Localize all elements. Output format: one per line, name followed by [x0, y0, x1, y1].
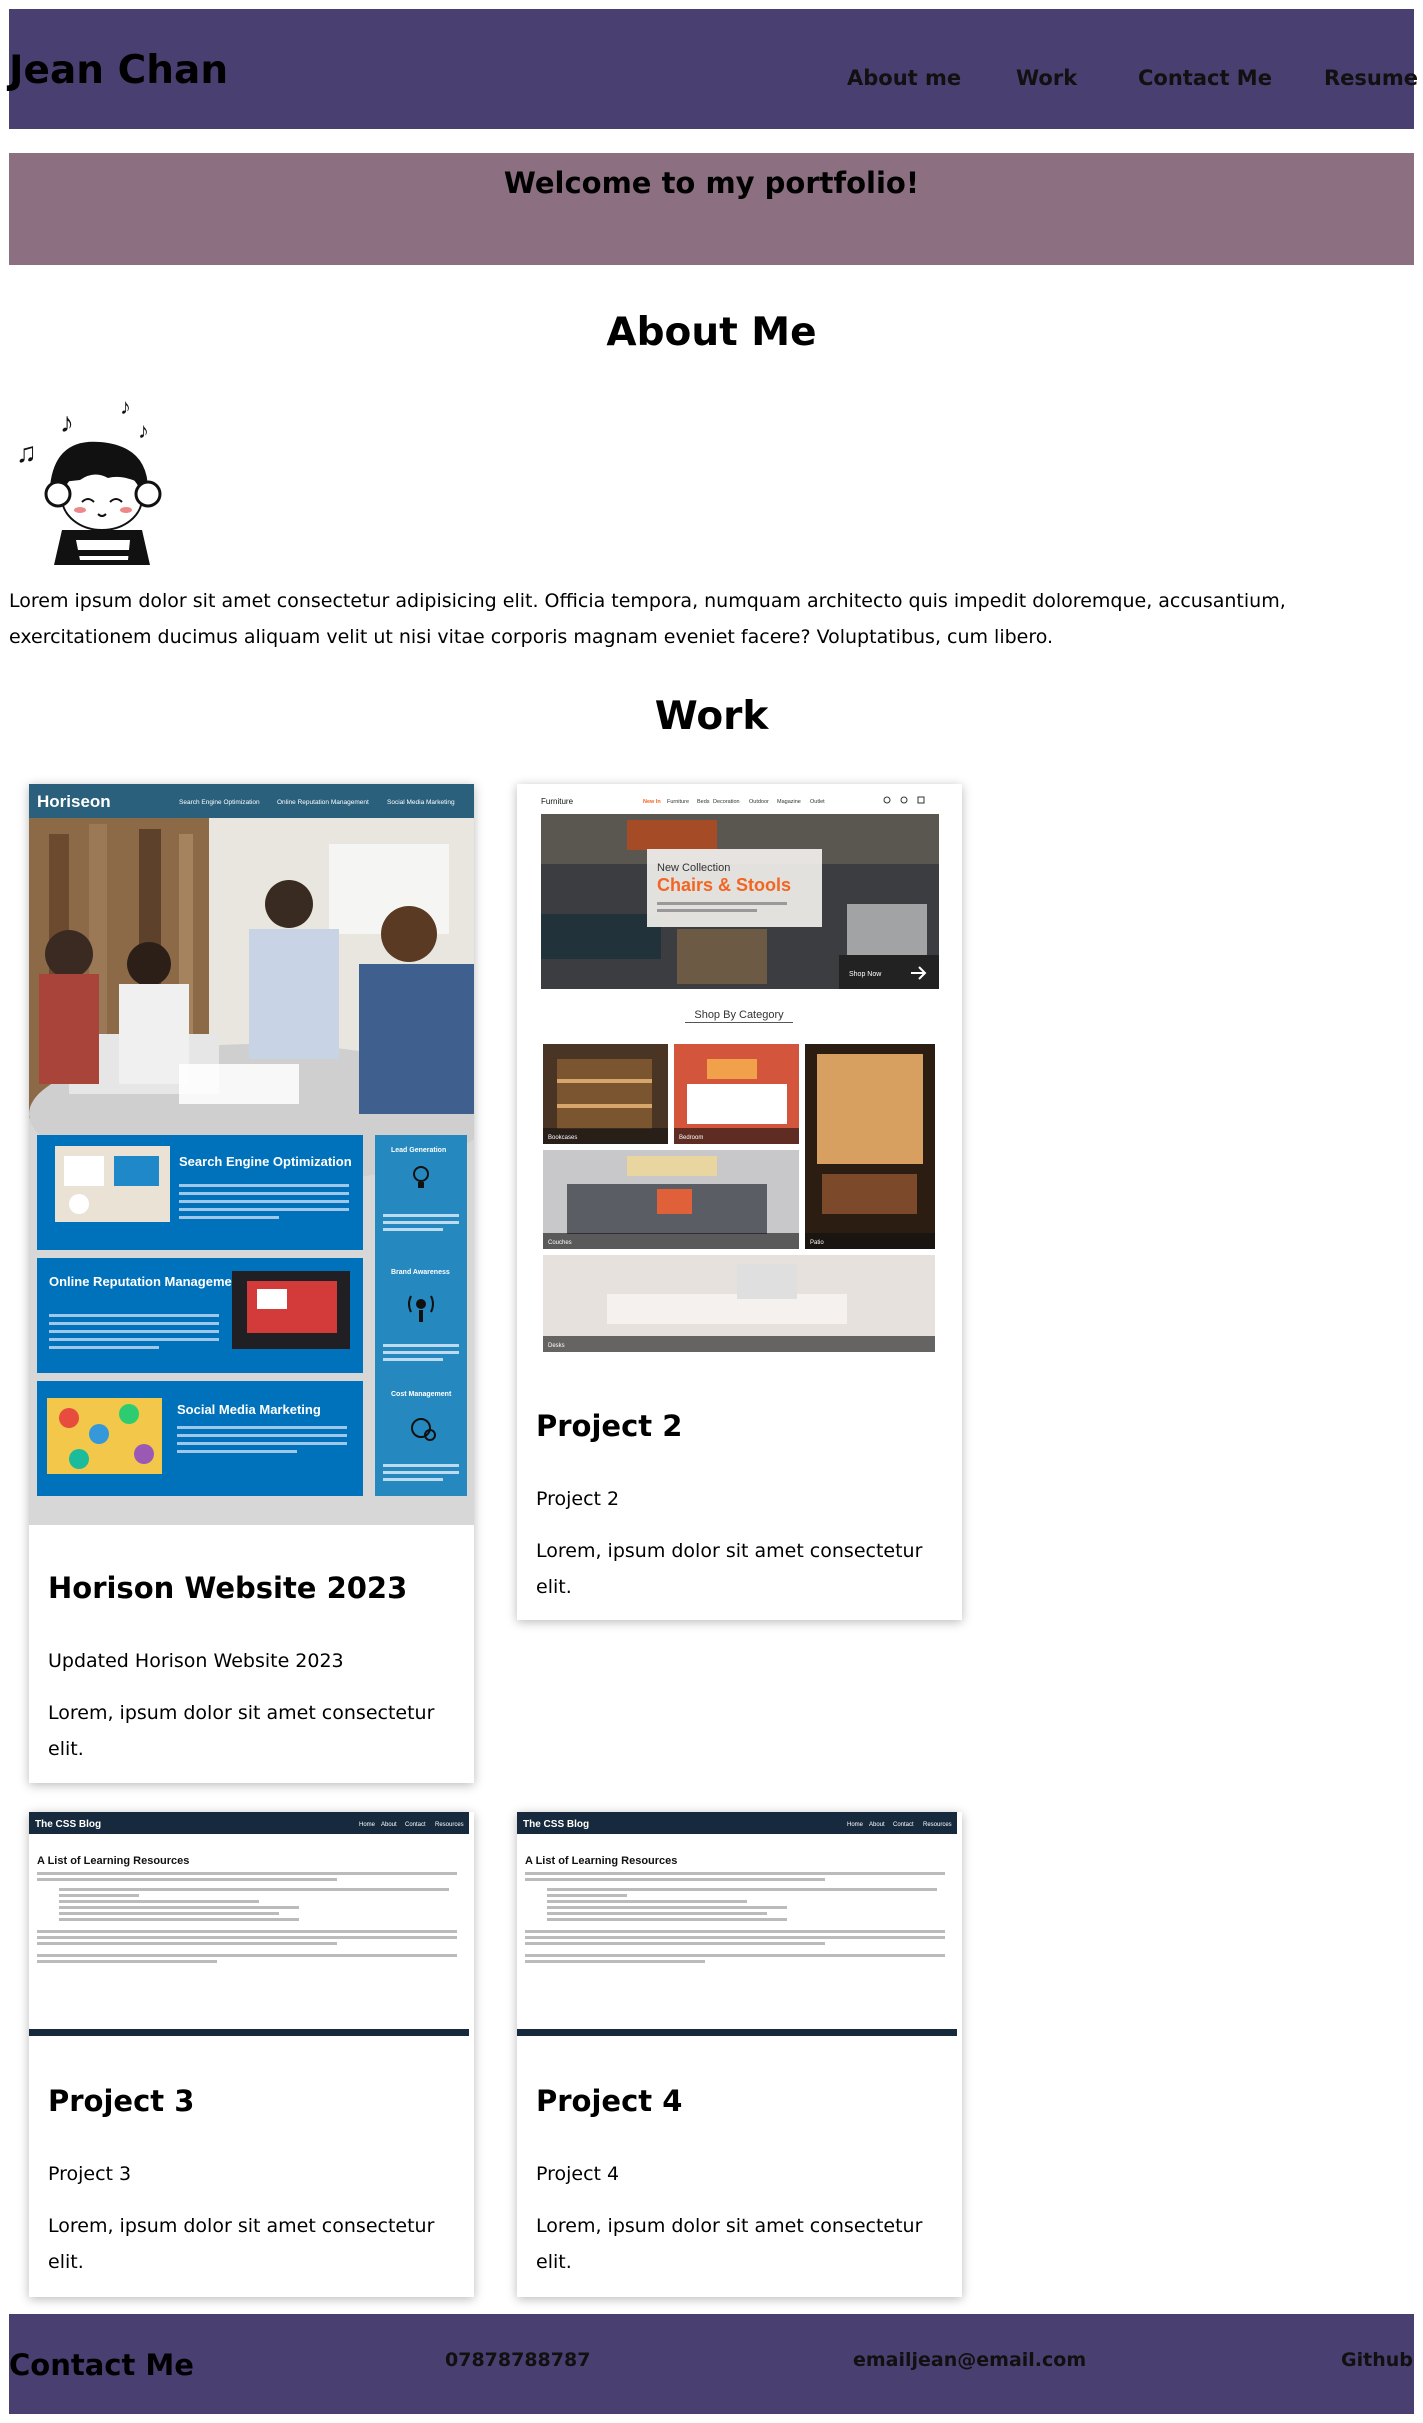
- category-bookcases: Bookcases: [548, 1135, 577, 1141]
- category-patio: Patio: [810, 1240, 824, 1246]
- furniture-hero-kicker: New Collection: [657, 862, 730, 874]
- horiseon-nav-2: Online Reputation Management: [277, 799, 369, 806]
- nav-resume[interactable]: Resume: [1324, 68, 1418, 89]
- furniture-nav-item: Decoration: [713, 799, 740, 805]
- furniture-brand: Furniture: [541, 797, 574, 806]
- category-bedroom: Bedroom: [679, 1135, 703, 1141]
- phone-number: 07878788787: [445, 2349, 591, 2371]
- project-title: Project 2: [536, 1409, 683, 1443]
- project-subtitle: Project 2: [536, 1488, 620, 1510]
- project-description: Lorem, ipsum dolor sit amet consectetur …: [48, 2215, 435, 2273]
- project-card-horison[interactable]: Horiseon Search Engine Optimization Onli…: [29, 784, 474, 1783]
- horiseon-logo: Horiseon: [37, 792, 111, 811]
- project-subtitle: Updated Horison Website 2023: [48, 1650, 344, 1672]
- project-card-3[interactable]: The CSS Blog Home About Contact Resource…: [29, 1812, 474, 2297]
- project-subtitle: Project 4: [536, 2163, 620, 2185]
- email-link[interactable]: emailjean@email.com: [853, 2351, 1086, 2370]
- project-description: Lorem, ipsum dolor sit amet consectetur …: [536, 2215, 923, 2273]
- footer-title: Contact Me: [9, 2348, 194, 2382]
- horiseon-nav-3: Social Media Marketing: [387, 799, 455, 806]
- blog-nav-item: Contact: [405, 1822, 426, 1828]
- blog-nav-item: Resources: [435, 1822, 464, 1828]
- site-brand: Jean Chan: [9, 48, 229, 93]
- horiseon-side-cost: Cost Management: [391, 1391, 452, 1398]
- nav-work[interactable]: Work: [1016, 68, 1077, 89]
- blog-title: The CSS Blog: [35, 1819, 101, 1830]
- site-header: Jean Chan About me Work Contact Me Resum…: [9, 9, 1418, 129]
- project-image-horison[interactable]: Horiseon Search Engine Optimization Onli…: [29, 784, 474, 1525]
- project-description: Lorem, ipsum dolor sit amet consectetur …: [536, 1540, 923, 1598]
- horiseon-side-lead: Lead Generation: [391, 1147, 446, 1154]
- project-card-2[interactable]: Furniture New In Furniture Beds Decorati…: [517, 784, 962, 1620]
- category-desks: Desks: [548, 1343, 565, 1349]
- project-image-furniture[interactable]: Furniture New In Furniture Beds Decorati…: [517, 784, 962, 1364]
- project-card-4[interactable]: The CSS Blog Home About Contact Resource…: [517, 1812, 962, 2297]
- furniture-nav-item: Furniture: [667, 799, 689, 805]
- category-couches: Couches: [548, 1240, 572, 1246]
- furniture-nav-item: Outdoor: [749, 799, 769, 805]
- about-text: Lorem ipsum dolor sit amet consectetur a…: [9, 590, 1286, 648]
- nav-about-me[interactable]: About me: [847, 68, 961, 89]
- horiseon-nav-1: Search Engine Optimization: [179, 799, 260, 806]
- furniture-nav-item: Magazine: [777, 799, 801, 805]
- svg-text:♫: ♫: [16, 437, 37, 468]
- nav-contact-me[interactable]: Contact Me: [1138, 68, 1272, 89]
- horiseon-orm-title: Online Reputation Management: [49, 1274, 245, 1289]
- furniture-shop-now-button: Shop Now: [849, 971, 882, 978]
- blog-nav-item: Resources: [923, 1822, 952, 1828]
- github-link[interactable]: Github: [1341, 2351, 1413, 2370]
- blog-nav-item: Home: [847, 1822, 864, 1828]
- project-image-css-blog[interactable]: The CSS Blog Home About Contact Resource…: [517, 1812, 962, 2038]
- project-title: Horison Website 2023: [48, 1571, 408, 1605]
- blog-heading: A List of Learning Resources: [37, 1855, 189, 1867]
- horiseon-seo-title: Search Engine Optimization: [179, 1154, 352, 1169]
- svg-text:♪: ♪: [120, 394, 131, 419]
- horiseon-smm-title: Social Media Marketing: [177, 1402, 321, 1417]
- project-description: Lorem, ipsum dolor sit amet consectetur …: [48, 1702, 435, 1760]
- work-heading: Work: [654, 694, 769, 739]
- project-title: Project 3: [48, 2084, 195, 2118]
- blog-nav-item: About: [869, 1822, 885, 1828]
- furniture-nav-item: Beds: [697, 799, 710, 805]
- blog-heading: A List of Learning Resources: [525, 1855, 677, 1867]
- blog-nav-item: About: [381, 1822, 397, 1828]
- horiseon-side-brand: Brand Awareness: [391, 1269, 450, 1276]
- furniture-nav-new: New In: [643, 799, 661, 805]
- welcome-banner: Welcome to my portfolio!: [9, 153, 1414, 265]
- furniture-hero-title: Chairs & Stools: [657, 875, 791, 895]
- project-subtitle: Project 3: [48, 2163, 132, 2185]
- blog-nav-item: Home: [359, 1822, 376, 1828]
- site-footer: Contact Me 07878788787 emailjean@email.c…: [9, 2314, 1414, 2414]
- headphone-girl-avatar: ♪ ♪ ♪ ♫: [16, 394, 162, 565]
- welcome-text: Welcome to my portfolio!: [503, 166, 920, 200]
- project-title: Project 4: [536, 2084, 683, 2118]
- blog-nav-item: Contact: [893, 1822, 914, 1828]
- blog-title: The CSS Blog: [523, 1819, 589, 1830]
- project-image-css-blog[interactable]: The CSS Blog Home About Contact Resource…: [29, 1812, 474, 2038]
- svg-text:♪: ♪: [138, 418, 149, 443]
- furniture-nav-item: Outlet: [810, 799, 825, 805]
- svg-text:♪: ♪: [60, 407, 74, 438]
- about-heading: About Me: [606, 310, 817, 355]
- furniture-category-heading: Shop By Category: [694, 1009, 784, 1021]
